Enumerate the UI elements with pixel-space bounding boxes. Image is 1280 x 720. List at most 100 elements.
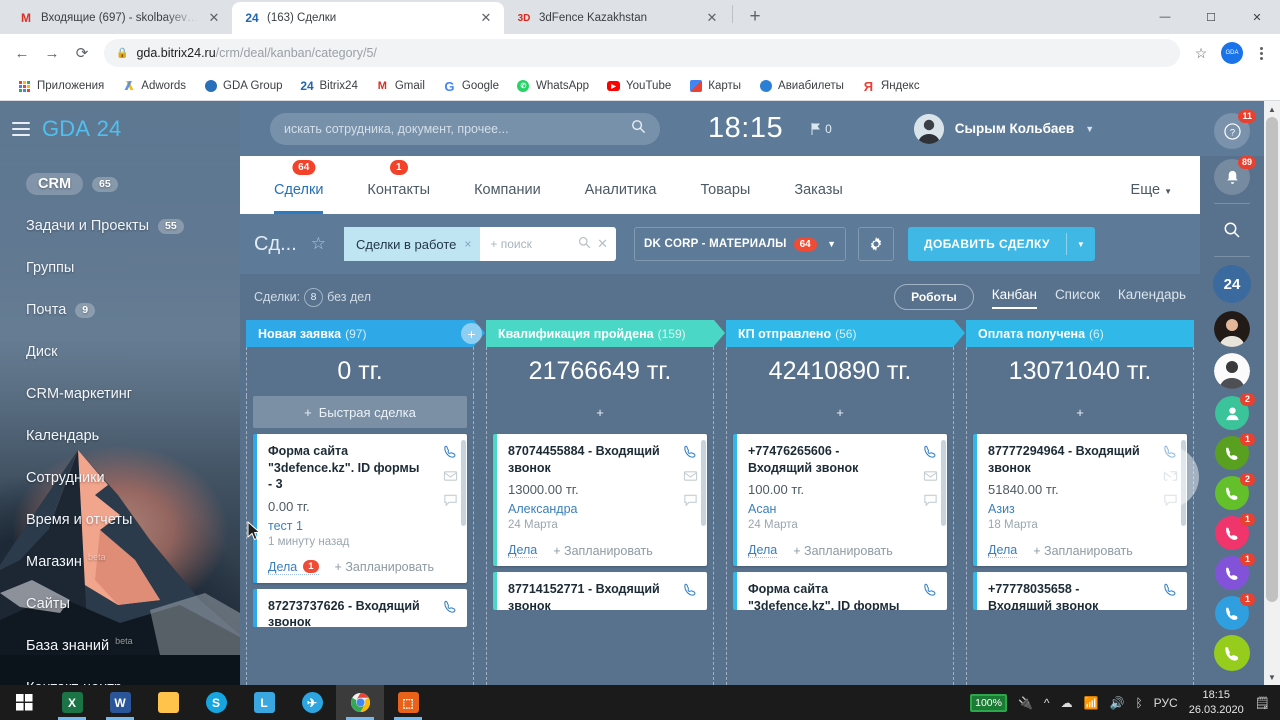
close-icon[interactable]: ✕ [478, 10, 494, 26]
back-icon[interactable]: ← [8, 39, 36, 67]
tab-orders[interactable]: Заказы [772, 182, 864, 214]
deal-card[interactable]: +77778035658 - Входящий звонок [973, 572, 1187, 610]
phone-icon[interactable] [922, 443, 939, 460]
page-scrollbar[interactable]: ▲ ▼ [1264, 101, 1280, 685]
bell-icon[interactable]: 89 [1214, 156, 1256, 195]
portal-logo[interactable]: GDA 24 [42, 116, 121, 142]
deal-deeds-link[interactable]: Дела [508, 543, 538, 558]
deal-deeds-link[interactable]: Дела [748, 543, 778, 558]
comment-icon[interactable] [922, 491, 939, 508]
phone-icon[interactable] [922, 581, 939, 598]
phone-icon[interactable]: 1 [1215, 553, 1255, 590]
favorite-star-icon[interactable]: ☆ [311, 234, 326, 254]
close-window-icon[interactable]: ✕ [1234, 1, 1280, 33]
bookmark-maps[interactable]: Карты [681, 76, 748, 97]
language-indicator[interactable]: РУС [1154, 696, 1178, 710]
search-icon[interactable] [631, 119, 646, 139]
bookmark-adwords[interactable]: Adwords [114, 76, 193, 97]
close-icon[interactable]: ✕ [704, 10, 720, 26]
add-deal-inline-button[interactable]: + [727, 396, 953, 428]
taskbar-word[interactable]: W [96, 685, 144, 720]
browser-tab-1[interactable]: M Входящие (697) - skolbayev7@g ✕ [6, 2, 232, 34]
bookmark-star-icon[interactable]: ☆ [1188, 40, 1214, 66]
battery-indicator[interactable]: 100% [970, 693, 1007, 712]
bookmark-google[interactable]: G Google [435, 76, 506, 97]
bluetooth-icon[interactable]: ᛒ [1135, 696, 1142, 710]
taskbar-chrome[interactable] [336, 685, 384, 720]
card-scroll-indicator[interactable] [461, 440, 466, 526]
search-icon[interactable] [1214, 212, 1250, 248]
deal-deeds-link[interactable]: Дела 1 [268, 560, 319, 575]
deal-plan-link[interactable]: + Запланировать [793, 544, 893, 558]
taskbar-skype[interactable]: S [192, 685, 240, 720]
comment-icon[interactable] [442, 491, 459, 508]
pulse-counter[interactable]: 0 [811, 122, 832, 136]
deal-card[interactable]: 87777294964 - Входящий звонок 51840.00 т… [973, 434, 1199, 566]
envelope-icon[interactable] [682, 467, 699, 484]
comment-icon[interactable] [682, 491, 699, 508]
tab-companies[interactable]: Компании [452, 182, 563, 214]
chrome-menu-icon[interactable] [1250, 46, 1272, 60]
deal-deeds-link[interactable]: Дела [988, 543, 1018, 558]
bookmark-whatsapp[interactable]: ✆ WhatsApp [509, 76, 596, 97]
user-menu[interactable]: Сырым Кольбаев ▼ [913, 113, 1094, 144]
close-icon[interactable]: ✕ [206, 10, 222, 26]
sidebar-item-tasks[interactable]: Задачи и Проекты 55 [0, 205, 240, 247]
reload-icon[interactable]: ⟳ [68, 39, 96, 67]
taskbar-clock[interactable]: 18:15 26.03.2020 [1189, 688, 1244, 718]
tab-deals[interactable]: 64 Сделки [262, 160, 345, 214]
sidebar-item-sites[interactable]: Сайты [0, 583, 240, 625]
card-scroll-indicator[interactable] [701, 440, 706, 526]
sidebar-item-crm-marketing[interactable]: CRM-маркетинг [0, 373, 240, 415]
deal-card[interactable]: 87714152771 - Входящий звонок [493, 572, 707, 610]
avatar[interactable] [1214, 353, 1250, 389]
envelope-icon[interactable] [442, 467, 459, 484]
add-deal-inline-button[interactable]: + [487, 396, 713, 428]
sidebar-item-time-reports[interactable]: Время и отчеты [0, 499, 240, 541]
column-header[interactable]: Квалификация пройдена (159) [486, 320, 725, 347]
phone-icon[interactable] [1162, 581, 1179, 598]
tab-analytics[interactable]: Аналитика [563, 182, 679, 214]
view-kanban[interactable]: Канбан [991, 287, 1038, 309]
maximize-icon[interactable]: ☐ [1188, 1, 1234, 33]
robots-button[interactable]: Роботы [894, 284, 974, 310]
sidebar-item-shop[interactable]: Магазин beta [0, 541, 240, 583]
address-bar[interactable]: 🔒 gda.bitrix24.ru/crm/deal/kanban/catego… [104, 39, 1180, 67]
wifi-icon[interactable]: 📶 [1084, 696, 1099, 710]
add-deal-button[interactable]: ДОБАВИТЬ СДЕЛКУ ▼ [908, 227, 1095, 261]
phone-icon[interactable]: 1 [1215, 593, 1255, 630]
browser-tab-2[interactable]: 24 (163) Сделки ✕ [232, 2, 504, 34]
add-deal-inline-button[interactable]: + [967, 396, 1193, 428]
tab-contacts[interactable]: 1 Контакты [345, 160, 452, 214]
deal-plan-link[interactable]: + Запланировать [335, 560, 435, 574]
bookmark-yandex[interactable]: Я Яндекс [854, 76, 927, 97]
taskbar-explorer[interactable] [144, 685, 192, 720]
column-header[interactable]: КП отправлено (56) [726, 320, 965, 347]
bookmark-gmail[interactable]: M Gmail [368, 76, 432, 97]
category-selector[interactable]: DK CORP - МАТЕРИАЛЫ 64 ▼ [634, 227, 847, 261]
phone-icon[interactable] [682, 443, 699, 460]
bookmark-aviasales[interactable]: Авиабилеты [751, 76, 851, 97]
filter-input[interactable]: Сделки в работе × + поиск ✕ [344, 227, 617, 261]
filter-tag[interactable]: Сделки в работе × [344, 227, 481, 261]
taskbar-lightshot[interactable]: L [240, 685, 288, 720]
taskbar-excel[interactable]: X [48, 685, 96, 720]
sidebar-item-disk[interactable]: Диск [0, 331, 240, 373]
volume-icon[interactable]: 🔊 [1110, 696, 1125, 710]
sidebar-item-crm[interactable]: CRM 65 [0, 163, 240, 205]
phone-icon[interactable] [1214, 635, 1250, 671]
card-scroll-indicator[interactable] [941, 440, 946, 526]
sidebar-item-groups[interactable]: Группы [0, 247, 240, 289]
tab-products[interactable]: Товары [678, 182, 772, 214]
notifications-icon[interactable]: 🗒 [1255, 696, 1270, 710]
close-icon[interactable]: × [464, 237, 471, 251]
bookmark-youtube[interactable]: ▶ YouTube [599, 76, 678, 97]
tray-expand-icon[interactable]: ^ [1044, 696, 1050, 710]
scroll-up-icon[interactable]: ▲ [1264, 101, 1280, 117]
phone-icon[interactable] [442, 443, 459, 460]
deal-plan-link[interactable]: + Запланировать [1033, 544, 1133, 558]
add-stage-button[interactable]: + [461, 323, 482, 344]
view-list[interactable]: Список [1055, 287, 1100, 307]
scrollbar-thumb[interactable] [1266, 117, 1278, 602]
search-icon[interactable] [578, 236, 591, 252]
